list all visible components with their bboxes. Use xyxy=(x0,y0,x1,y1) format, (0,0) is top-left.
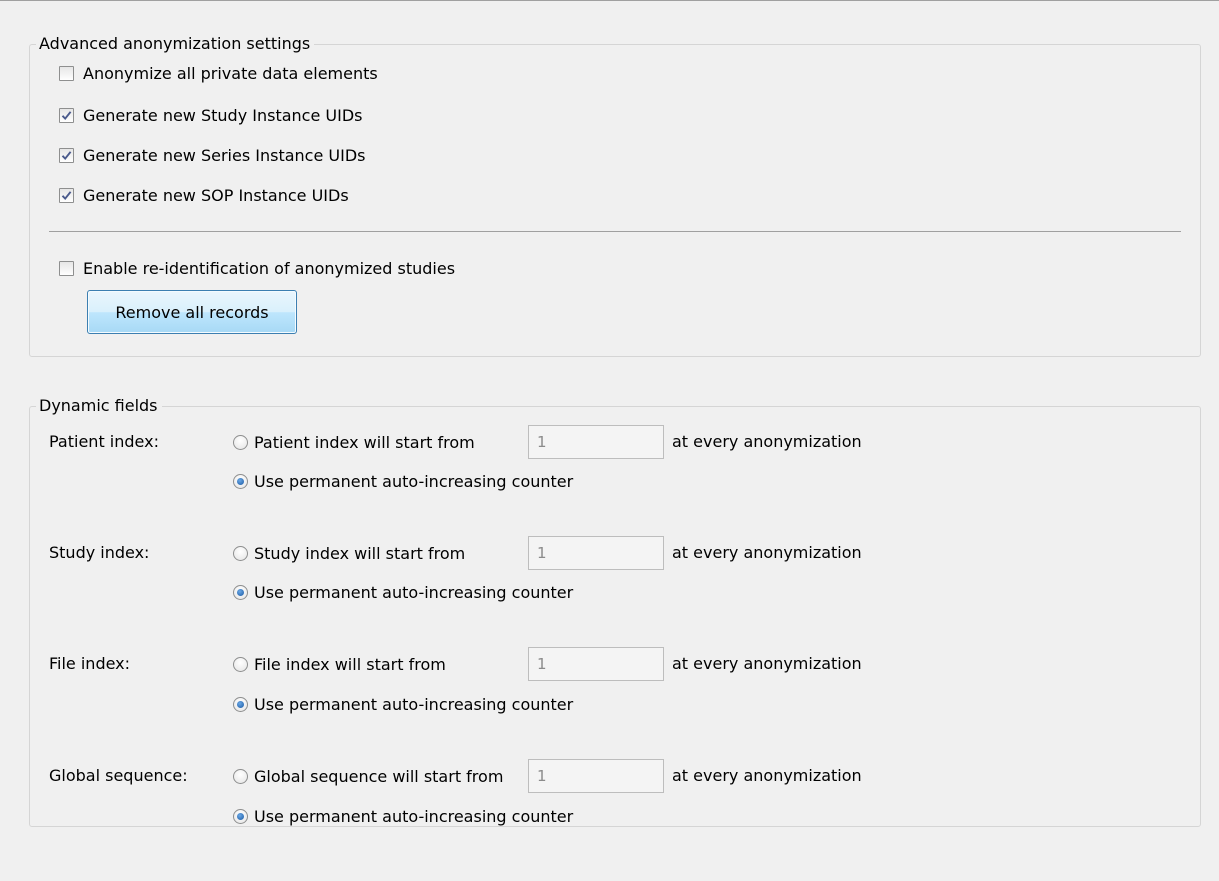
radio-unselected-icon[interactable] xyxy=(233,656,248,672)
radio-label: Use permanent auto-increasing counter xyxy=(254,806,574,826)
checkbox-new-sop-uids[interactable]: Generate new SOP Instance UIDs xyxy=(59,183,349,207)
global-sequence-start-input[interactable]: 1 xyxy=(528,759,664,793)
checkbox-label: Generate new Series Instance UIDs xyxy=(83,145,366,165)
checkbox-checked-icon[interactable] xyxy=(59,147,74,163)
radio-label: Use permanent auto-increasing counter xyxy=(254,582,574,602)
dynamic-fields-legend: Dynamic fields xyxy=(36,395,162,417)
radio-label: Use permanent auto-increasing counter xyxy=(254,471,574,491)
study-index-start-input[interactable]: 1 xyxy=(528,536,664,570)
radio-unselected-icon[interactable] xyxy=(233,434,248,450)
patient-index-start-radio[interactable]: Patient index will start from xyxy=(233,430,475,454)
file-index-label: File index: xyxy=(49,654,131,673)
radio-label: Study index will start from xyxy=(254,543,466,563)
radio-selected-icon[interactable] xyxy=(233,473,248,489)
radio-label: Use permanent auto-increasing counter xyxy=(254,694,574,714)
patient-index-counter-radio[interactable]: Use permanent auto-increasing counter xyxy=(233,469,573,493)
global-sequence-counter-radio[interactable]: Use permanent auto-increasing counter xyxy=(233,804,573,828)
global-sequence-suffix: at every anonymization xyxy=(672,766,862,785)
checkbox-checked-icon[interactable] xyxy=(59,187,74,203)
radio-unselected-icon[interactable] xyxy=(233,768,248,784)
checkbox-unchecked-icon[interactable] xyxy=(59,65,74,81)
checkbox-new-series-uids[interactable]: Generate new Series Instance UIDs xyxy=(59,143,365,167)
checkbox-enable-reidentification[interactable]: Enable re-identification of anonymized s… xyxy=(59,256,455,280)
radio-selected-icon[interactable] xyxy=(233,584,248,600)
patient-index-start-input[interactable]: 1 xyxy=(528,425,664,459)
file-index-counter-radio[interactable]: Use permanent auto-increasing counter xyxy=(233,692,573,716)
file-index-start-radio[interactable]: File index will start from xyxy=(233,652,446,676)
remove-all-records-button[interactable]: Remove all records xyxy=(87,290,297,334)
checkbox-label: Enable re-identification of anonymized s… xyxy=(83,258,456,278)
global-sequence-label: Global sequence: xyxy=(49,766,188,785)
file-index-suffix: at every anonymization xyxy=(672,654,862,673)
radio-label: Patient index will start from xyxy=(254,432,475,452)
checkbox-label: Anonymize all private data elements xyxy=(83,63,378,83)
checkbox-anonymize-private[interactable]: Anonymize all private data elements xyxy=(59,61,378,85)
checkbox-label: Generate new Study Instance UIDs xyxy=(83,105,363,125)
radio-selected-icon[interactable] xyxy=(233,696,248,712)
radio-unselected-icon[interactable] xyxy=(233,545,248,561)
patient-index-label: Patient index: xyxy=(49,432,159,451)
patient-index-suffix: at every anonymization xyxy=(672,432,862,451)
study-index-suffix: at every anonymization xyxy=(672,543,862,562)
checkbox-unchecked-icon[interactable] xyxy=(59,260,74,276)
radio-selected-icon[interactable] xyxy=(233,808,248,824)
file-index-start-input[interactable]: 1 xyxy=(528,647,664,681)
separator xyxy=(49,231,1181,232)
study-index-counter-radio[interactable]: Use permanent auto-increasing counter xyxy=(233,580,573,604)
study-index-label: Study index: xyxy=(49,543,150,562)
checkbox-label: Generate new SOP Instance UIDs xyxy=(83,185,349,205)
advanced-settings-legend: Advanced anonymization settings xyxy=(36,33,315,55)
top-divider xyxy=(0,0,1219,1)
study-index-start-radio[interactable]: Study index will start from xyxy=(233,541,465,565)
checkbox-checked-icon[interactable] xyxy=(59,107,74,123)
radio-label: Global sequence will start from xyxy=(254,766,504,786)
global-sequence-start-radio[interactable]: Global sequence will start from xyxy=(233,764,503,788)
checkbox-new-study-uids[interactable]: Generate new Study Instance UIDs xyxy=(59,103,362,127)
radio-label: File index will start from xyxy=(254,654,446,674)
